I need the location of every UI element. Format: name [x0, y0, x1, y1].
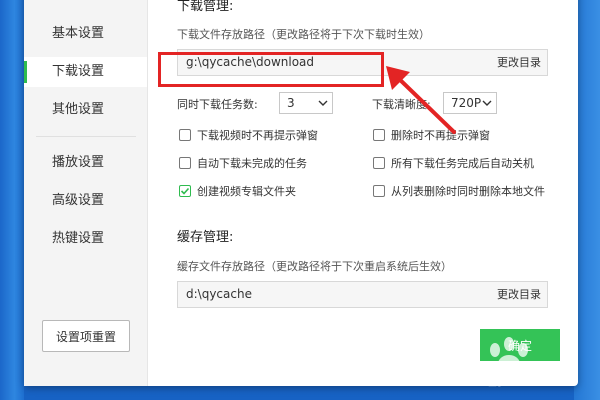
option-auto-resume-unfinished[interactable]: 自动下载未完成的任务 [179, 155, 307, 171]
checkbox[interactable] [179, 157, 191, 169]
cache-section-title: 缓存管理: [177, 230, 234, 245]
cache-path-hint: 缓存文件存放路径（更改路径将于下次重启系统后生效） [177, 260, 452, 273]
checkbox[interactable] [373, 129, 385, 141]
option-label: 删除时不再提示弹窗 [391, 129, 490, 142]
option-label: 从列表删除时同时删除本地文件 [391, 185, 545, 198]
checkbox[interactable] [179, 129, 191, 141]
option-create-album-folder[interactable]: 创建视频专辑文件夹 [179, 183, 296, 199]
desktop-background-left [0, 0, 24, 400]
cache-path-field[interactable]: d:\qycache 更改目录 [177, 281, 548, 308]
checkbox[interactable] [373, 157, 385, 169]
chevron-down-icon [482, 100, 492, 106]
download-path-field[interactable]: g:\qycache\download 更改目录 [177, 49, 548, 76]
download-path-value: g:\qycache\download [186, 55, 315, 69]
sidebar-item-hotkeys[interactable]: 热键设置 [24, 224, 147, 254]
option-shutdown-after-complete[interactable]: 所有下载任务完成后自动关机 [373, 155, 534, 171]
option-label: 自动下载未完成的任务 [197, 157, 307, 170]
download-path-hint: 下载文件存放路径（更改路径将于下次下载时生效） [177, 28, 430, 41]
cache-path-value: d:\qycache [186, 287, 252, 301]
concurrent-tasks-select[interactable]: 3 [279, 92, 333, 114]
download-quality-value: 720P [451, 96, 482, 110]
sidebar-item-download[interactable]: 下载设置 [24, 57, 147, 87]
concurrent-tasks-label: 同时下载任务数: [177, 98, 258, 111]
sidebar-item-basic[interactable]: 基本设置 [24, 19, 147, 49]
ok-button[interactable]: 确定 [480, 329, 560, 361]
option-no-popup-on-delete[interactable]: 删除时不再提示弹窗 [373, 127, 490, 143]
sidebar-item-playback[interactable]: 播放设置 [24, 148, 147, 178]
option-label: 创建视频专辑文件夹 [197, 185, 296, 198]
download-section-title: 下载管理: [177, 0, 234, 14]
option-label: 下载视频时不再提示弹窗 [197, 129, 318, 142]
checkbox-checked[interactable] [179, 185, 191, 197]
download-change-dir-button[interactable]: 更改目录 [497, 50, 541, 75]
download-quality-select[interactable]: 720P [443, 92, 497, 114]
cache-change-dir-button[interactable]: 更改目录 [497, 282, 541, 307]
chevron-down-icon [318, 100, 328, 106]
concurrent-tasks-value: 3 [287, 96, 295, 110]
option-no-popup-on-download[interactable]: 下载视频时不再提示弹窗 [179, 127, 318, 143]
option-label: 所有下载任务完成后自动关机 [391, 157, 534, 170]
checkmark-icon [180, 187, 190, 195]
sidebar-item-advanced[interactable]: 高级设置 [24, 186, 147, 216]
checkbox[interactable] [373, 185, 385, 197]
download-quality-label: 下载清晰度: [372, 98, 431, 111]
sidebar-item-other[interactable]: 其他设置 [24, 95, 147, 125]
reset-settings-button[interactable]: 设置项重置 [42, 320, 130, 352]
settings-sidebar: 基本设置 下载设置 其他设置 播放设置 高级设置 热键设置 设置项重置 [24, 0, 148, 386]
option-delete-local-files[interactable]: 从列表删除时同时删除本地文件 [373, 183, 545, 199]
sidebar-divider [36, 136, 136, 137]
